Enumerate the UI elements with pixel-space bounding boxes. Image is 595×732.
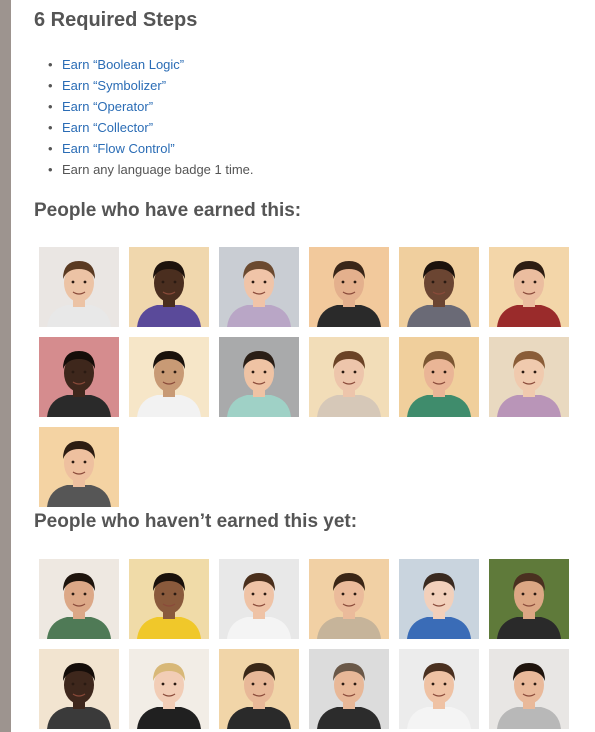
person-photo[interactable] bbox=[399, 337, 479, 417]
person-photo[interactable] bbox=[129, 337, 209, 417]
step-item: Earn “Flow Control” bbox=[48, 138, 254, 159]
step-link-symbolizer[interactable]: Earn “Symbolizer” bbox=[62, 78, 166, 93]
person-photo[interactable] bbox=[489, 337, 569, 417]
person-photo[interactable] bbox=[219, 247, 299, 327]
person-photo[interactable] bbox=[399, 247, 479, 327]
person-photo[interactable] bbox=[39, 427, 119, 507]
step-link-collector[interactable]: Earn “Collector” bbox=[62, 120, 153, 135]
step-item: Earn “Boolean Logic” bbox=[48, 54, 254, 75]
step-link-boolean-logic[interactable]: Earn “Boolean Logic” bbox=[62, 57, 184, 72]
step-text-language-badge: Earn any language badge 1 time. bbox=[62, 162, 254, 177]
person-photo[interactable] bbox=[309, 649, 389, 729]
required-steps-list: Earn “Boolean Logic” Earn “Symbolizer” E… bbox=[34, 54, 254, 180]
person-photo[interactable] bbox=[489, 247, 569, 327]
earned-heading: People who have earned this: bbox=[34, 200, 302, 221]
person-photo[interactable] bbox=[399, 649, 479, 729]
step-item: Earn “Collector” bbox=[48, 117, 254, 138]
person-photo[interactable] bbox=[129, 247, 209, 327]
step-item: Earn “Symbolizer” bbox=[48, 75, 254, 96]
not-earned-heading: People who haven’t earned this yet: bbox=[34, 511, 358, 532]
step-link-flow-control[interactable]: Earn “Flow Control” bbox=[62, 141, 175, 156]
person-photo[interactable] bbox=[219, 559, 299, 639]
person-photo[interactable] bbox=[129, 559, 209, 639]
person-photo[interactable] bbox=[219, 649, 299, 729]
left-border bbox=[0, 0, 11, 732]
person-photo[interactable] bbox=[39, 559, 119, 639]
person-photo[interactable] bbox=[219, 337, 299, 417]
person-photo[interactable] bbox=[489, 649, 569, 729]
step-link-operator[interactable]: Earn “Operator” bbox=[62, 99, 153, 114]
person-photo[interactable] bbox=[39, 247, 119, 327]
person-photo[interactable] bbox=[309, 559, 389, 639]
required-steps-title: 6 Required Steps bbox=[34, 9, 198, 31]
step-item: Earn any language badge 1 time. bbox=[48, 159, 254, 180]
person-photo[interactable] bbox=[399, 559, 479, 639]
person-photo[interactable] bbox=[39, 337, 119, 417]
person-photo[interactable] bbox=[489, 559, 569, 639]
person-photo[interactable] bbox=[309, 337, 389, 417]
person-photo[interactable] bbox=[39, 649, 119, 729]
step-item: Earn “Operator” bbox=[48, 96, 254, 117]
person-photo[interactable] bbox=[129, 649, 209, 729]
person-photo[interactable] bbox=[309, 247, 389, 327]
